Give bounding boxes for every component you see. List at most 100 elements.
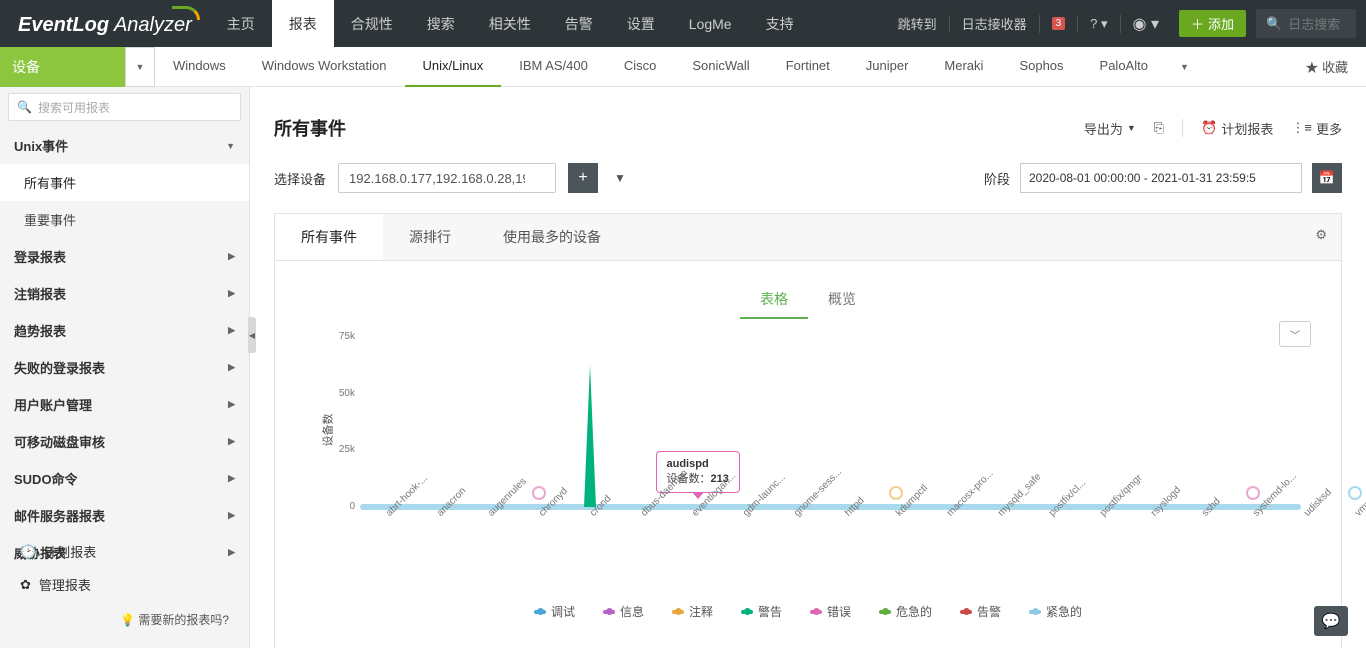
filter-icon[interactable]: ▼ [610, 171, 630, 185]
pin-icon[interactable]: ⎘ [1154, 120, 1164, 136]
device-tab-Windows Workstation[interactable]: Windows Workstation [244, 47, 405, 87]
legend-危急的[interactable]: 危急的 [879, 603, 932, 620]
device-tab-Juniper[interactable]: Juniper [848, 47, 927, 87]
log-receiver-link[interactable]: 日志接收器 [950, 0, 1039, 47]
device-tab-PaloAlto[interactable]: PaloAlto [1082, 47, 1166, 87]
sidebar-section-SUDO命令[interactable]: SUDO命令▶ [0, 460, 249, 497]
panel-tab-源排行[interactable]: 源排行 [383, 214, 477, 260]
search-icon: 🔍 [1266, 16, 1282, 32]
legend-警告[interactable]: 警告 [741, 603, 782, 620]
chevron-right-icon: ▶ [228, 436, 235, 447]
nav-搜索[interactable]: 搜索 [410, 0, 472, 47]
sidebar-sub-所有事件[interactable]: 所有事件 [0, 164, 249, 201]
device-type-bar: 设备 ▼ WindowsWindows WorkstationUnix/Linu… [0, 47, 1366, 87]
schedule-report-button[interactable]: ⏰ 计划报表 [1201, 119, 1273, 138]
panel-settings-icon[interactable]: ⚙ [1301, 214, 1341, 260]
nav-主页[interactable]: 主页 [210, 0, 272, 47]
jump-to-link[interactable]: 跳转到 [886, 0, 949, 47]
chevron-down-icon[interactable]: ▼ [125, 47, 155, 87]
add-button[interactable]: ＋添加 [1179, 10, 1246, 37]
device-tab-SonicWall[interactable]: SonicWall [674, 47, 767, 87]
sidebar-section-用户账户管理[interactable]: 用户账户管理▶ [0, 386, 249, 423]
panel-tab-使用最多的设备[interactable]: 使用最多的设备 [477, 214, 627, 260]
sidebar-help-new-report[interactable]: 需要新的报表吗? [0, 601, 249, 638]
chevron-right-icon: ▶ [228, 362, 235, 373]
export-dropdown[interactable]: 导出为 ▼ [1084, 119, 1136, 138]
nav-报表[interactable]: 报表 [272, 0, 334, 47]
legend-注释[interactable]: 注释 [672, 603, 713, 620]
nav-LogMe[interactable]: LogMe [672, 0, 749, 47]
chevron-right-icon: ▶ [228, 288, 235, 299]
list-icon: ⋮≡ [1291, 120, 1312, 136]
gear-icon: ✿ [20, 577, 31, 593]
nav-相关性[interactable]: 相关性 [472, 0, 548, 47]
device-tabs-more[interactable]: ▼ [1166, 62, 1203, 72]
subtab-表格[interactable]: 表格 [740, 281, 808, 319]
page-title: 所有事件 [274, 115, 346, 141]
sidebar-search-input[interactable]: 🔍 搜索可用报表 [8, 93, 241, 121]
chart-legend: 调试 信息 注释 警告 错误 危急的 告警 紧急的 [305, 603, 1311, 620]
device-tab-Cisco[interactable]: Cisco [606, 47, 675, 87]
top-bar: EventLog Analyzer 主页报表合规性搜索相关性告警设置LogMe支… [0, 0, 1366, 47]
chat-help-button[interactable]: 💬 [1314, 606, 1348, 636]
sidebar-sub-重要事件[interactable]: 重要事件 [0, 201, 249, 238]
device-tab-Meraki[interactable]: Meraki [926, 47, 1001, 87]
main-nav: 主页报表合规性搜索相关性告警设置LogMe支持 [210, 0, 811, 47]
sidebar-manage-reports[interactable]: ✿管理报表 [0, 568, 249, 601]
clock-icon: ⏰ [1201, 120, 1217, 136]
device-input[interactable] [338, 163, 556, 193]
chevron-right-icon: ▶ [228, 510, 235, 521]
chevron-down-icon: ▼ [226, 141, 235, 151]
device-tab-Unix/Linux[interactable]: Unix/Linux [405, 47, 502, 87]
sidebar-section-可移动磁盘审核[interactable]: 可移动磁盘审核▶ [0, 423, 249, 460]
device-category-dropdown[interactable]: 设备 ▼ [0, 47, 155, 87]
log-search-input[interactable]: 🔍日志搜索 [1256, 9, 1356, 38]
chevron-right-icon: ▶ [228, 325, 235, 336]
legend-紧急的[interactable]: 紧急的 [1029, 603, 1082, 620]
sidebar-section-失败的登录报表[interactable]: 失败的登录报表▶ [0, 349, 249, 386]
legend-错误[interactable]: 错误 [810, 603, 851, 620]
chart-panel: 所有事件源排行使用最多的设备 ⚙ 表格概览 ﹀ 设备数 025k50k75k a… [274, 213, 1342, 648]
events-chart: 设备数 025k50k75k audispd设备数：213 abrt-hook-… [315, 337, 1301, 567]
chevron-right-icon: ▶ [228, 473, 235, 484]
sidebar-section-unix-events[interactable]: Unix事件▼ [0, 127, 249, 164]
x-axis-labels: abrt-hook-...anacronaugenruleschronydcro… [360, 509, 1301, 567]
subtab-概览[interactable]: 概览 [808, 281, 876, 319]
device-tab-Sophos[interactable]: Sophos [1001, 47, 1081, 87]
more-menu[interactable]: ⋮≡ 更多 [1291, 119, 1342, 138]
sidebar-collapse-handle[interactable]: ◀ [248, 317, 256, 353]
notifications-badge[interactable]: 3 [1040, 0, 1078, 47]
legend-信息[interactable]: 信息 [603, 603, 644, 620]
panel-tab-所有事件[interactable]: 所有事件 [275, 214, 383, 260]
legend-告警[interactable]: 告警 [960, 603, 1001, 620]
nav-合规性[interactable]: 合规性 [334, 0, 410, 47]
nav-设置[interactable]: 设置 [610, 0, 672, 47]
product-logo: EventLog Analyzer [0, 0, 210, 47]
y-axis: 025k50k75k [315, 337, 357, 507]
legend-调试[interactable]: 调试 [534, 603, 575, 620]
sidebar-search-wrap: 🔍 搜索可用报表 [0, 87, 249, 127]
calendar-button[interactable]: 📅 [1312, 163, 1342, 193]
device-type-tabs: WindowsWindows WorkstationUnix/LinuxIBM … [155, 47, 1166, 87]
sidebar-schedule-reports[interactable]: 🕑计划报表 [0, 535, 249, 568]
user-menu[interactable]: ◉ ▾ [1121, 0, 1171, 47]
clock-icon: 🕑 [20, 544, 36, 560]
chart-subtabs: 表格概览 [305, 281, 1311, 319]
device-tab-Windows[interactable]: Windows [155, 47, 244, 87]
topbar-right: 跳转到 日志接收器 3 ? ▾ ◉ ▾ ＋添加 🔍日志搜索 [886, 0, 1366, 47]
add-device-button[interactable]: + [568, 163, 598, 193]
main-content: 所有事件 导出为 ▼ ⎘ ⏰ 计划报表 ⋮≡ 更多 选择设备 + ▼ 阶段 20… [250, 87, 1366, 648]
favorite-button[interactable]: ★ 收藏 [1287, 57, 1366, 76]
device-tab-IBM AS/400[interactable]: IBM AS/400 [501, 47, 606, 87]
nav-告警[interactable]: 告警 [548, 0, 610, 47]
sidebar-bottom: 🕑计划报表 ✿管理报表 需要新的报表吗? [0, 525, 249, 648]
logo-arc-icon [172, 6, 200, 20]
help-icon[interactable]: ? ▾ [1078, 0, 1119, 47]
nav-支持[interactable]: 支持 [749, 0, 811, 47]
sidebar-section-注销报表[interactable]: 注销报表▶ [0, 275, 249, 312]
sidebar-section-登录报表[interactable]: 登录报表▶ [0, 238, 249, 275]
page-header: 所有事件 导出为 ▼ ⎘ ⏰ 计划报表 ⋮≡ 更多 [250, 87, 1366, 157]
sidebar-section-趋势报表[interactable]: 趋势报表▶ [0, 312, 249, 349]
date-range-input[interactable]: 2020-08-01 00:00:00 - 2021-01-31 23:59:5 [1020, 163, 1302, 193]
device-tab-Fortinet[interactable]: Fortinet [768, 47, 848, 87]
